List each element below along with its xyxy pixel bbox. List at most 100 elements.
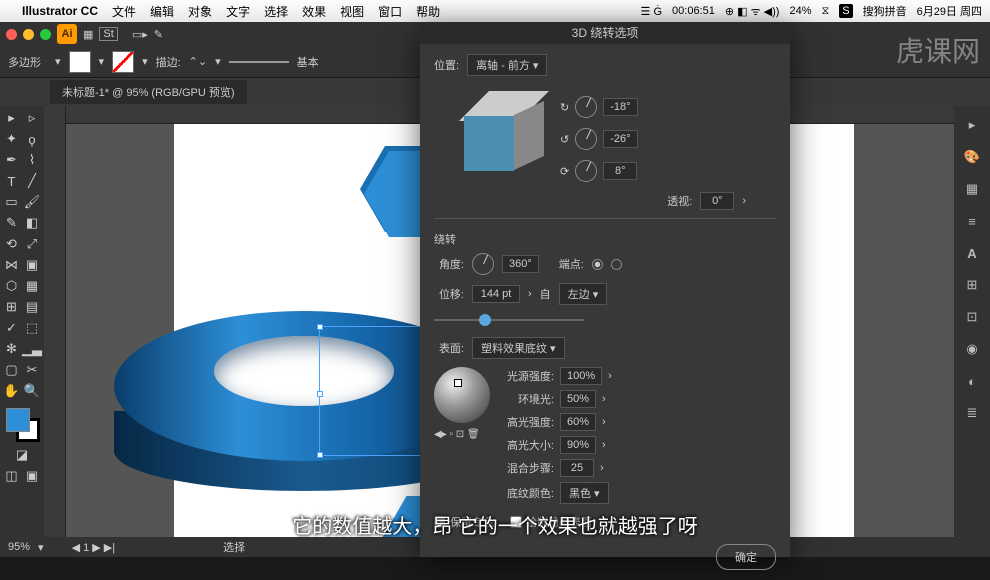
surface-select[interactable]: 塑料效果底纹 ▾ [472, 337, 565, 359]
shaper-tool[interactable]: ✎ [2, 213, 21, 233]
doc-tab[interactable]: 未标题-1* @ 95% (RGB/GPU 预览) [50, 80, 247, 104]
menu-edit[interactable]: 编辑 [150, 3, 174, 20]
eraser-tool[interactable]: ◧ [22, 213, 42, 233]
hl-int[interactable]: 60% [560, 413, 596, 431]
position-select[interactable]: 离轴 - 前方 ▾ [467, 54, 547, 76]
dialog-title: 3D 绕转选项 [420, 22, 790, 44]
lasso-tool[interactable]: ϙ [22, 129, 42, 149]
menu-type[interactable]: 文字 [226, 3, 250, 20]
persp-value[interactable]: 0° [700, 192, 734, 210]
direct-select-tool[interactable]: ▹ [22, 108, 42, 128]
panel-stroke[interactable]: ≡ [959, 208, 985, 234]
rot-x-value[interactable]: -18° [603, 98, 637, 116]
gradient-tool[interactable]: ▤ [22, 297, 42, 317]
rot-x-dial[interactable] [575, 96, 597, 118]
graph-tool[interactable]: ▁▃ [22, 339, 42, 359]
ime-icon[interactable]: S [839, 4, 852, 18]
menu-help[interactable]: 帮助 [416, 3, 440, 20]
shape-builder[interactable]: ⬡ [2, 276, 21, 296]
perspective-tool[interactable]: ▦ [22, 276, 42, 296]
type-tool[interactable]: T [2, 171, 21, 191]
rot-z-value[interactable]: 8° [603, 162, 637, 180]
scale-tool[interactable]: ⤢ [22, 234, 42, 254]
blend-tool[interactable]: ⬚ [22, 318, 42, 338]
light-sphere[interactable] [434, 367, 490, 423]
mesh-tool[interactable]: ⊞ [2, 297, 21, 317]
from-select[interactable]: 左边 ▾ [559, 283, 608, 305]
menu-effect[interactable]: 效果 [302, 3, 326, 20]
hand-tool[interactable]: ✋ [2, 381, 21, 401]
angle-dial[interactable] [472, 253, 494, 275]
draw-mode[interactable]: ◫ [2, 466, 21, 486]
selection-tool[interactable]: ▸ [2, 108, 21, 128]
panel-type[interactable]: A [959, 240, 985, 266]
curve-tool[interactable]: ⌇ [22, 150, 42, 170]
mac-menubar: Illustrator CC 文件 编辑 对象 文字 选择 效果 视图 窗口 帮… [0, 0, 990, 22]
menu-view[interactable]: 视图 [340, 3, 364, 20]
stroke-style[interactable] [229, 61, 289, 63]
zoom-tool[interactable]: 🔍 [22, 381, 42, 401]
ambient[interactable]: 50% [560, 390, 596, 408]
pen-tool[interactable]: ✒ [2, 150, 21, 170]
offset-value[interactable]: 144 pt [472, 285, 520, 303]
max-window[interactable] [40, 29, 51, 40]
stroke-swatch[interactable] [112, 51, 134, 73]
zoom-value[interactable]: 95% [8, 541, 30, 553]
rotate-tool[interactable]: ⟲ [2, 234, 21, 254]
hl-size[interactable]: 90% [560, 436, 596, 454]
light-controls[interactable]: ◀▸ ▫ ⊡ 🗑 [434, 429, 490, 440]
panel-layers[interactable]: ≣ [959, 400, 985, 426]
panel-pathfinder[interactable]: ◉ [959, 336, 985, 362]
arrange-icon[interactable]: ▭▸ [132, 28, 148, 41]
rect-tool[interactable]: ▭ [2, 192, 21, 212]
rotation-cube[interactable] [454, 86, 544, 176]
offset-slider[interactable] [434, 313, 584, 327]
panel-swatches[interactable]: ▦ [959, 176, 985, 202]
screen-mode[interactable]: ▣ [22, 466, 42, 486]
wand-tool[interactable]: ✦ [2, 129, 21, 149]
menu-object[interactable]: 对象 [188, 3, 212, 20]
close-window[interactable] [6, 29, 17, 40]
eyedropper[interactable]: ✓ [2, 318, 21, 338]
rot-y-dial[interactable] [575, 128, 597, 150]
panel-transform[interactable]: ⊡ [959, 304, 985, 330]
shade-color[interactable]: 黑色 ▾ [560, 482, 609, 504]
symbol-tool[interactable]: ✻ [2, 339, 21, 359]
panel-align[interactable]: ⊞ [959, 272, 985, 298]
blend[interactable]: 25 [560, 459, 594, 477]
menu-select[interactable]: 选择 [264, 3, 288, 20]
ime[interactable]: 搜狗拼音 [863, 3, 907, 19]
brush-tool[interactable]: 🖌 [22, 192, 42, 212]
width-tool[interactable]: ⋈ [2, 255, 21, 275]
persp-more[interactable]: › [742, 195, 746, 207]
brush-icon[interactable]: ✎ [154, 28, 163, 41]
offset-more[interactable]: › [528, 288, 532, 300]
min-window[interactable] [23, 29, 34, 40]
stroke-stepper[interactable]: ⌃⌄ [189, 55, 207, 68]
rot-z-dial[interactable] [575, 160, 597, 182]
stock-icon[interactable]: St [99, 27, 117, 41]
artboard-tool[interactable]: ▢ [2, 360, 21, 380]
panel-appearance[interactable]: ◐ [959, 368, 985, 394]
app-name[interactable]: Illustrator CC [22, 4, 98, 18]
slice-tool[interactable]: ✂ [22, 360, 42, 380]
bridge-icon[interactable]: ▦ [83, 28, 93, 41]
color-box[interactable] [2, 406, 42, 444]
light-int[interactable]: 100% [560, 367, 602, 385]
panel-color[interactable]: 🎨 [959, 144, 985, 170]
ambient-label: 环境光: [502, 391, 554, 407]
angle-value[interactable]: 360° [502, 255, 539, 273]
menu-file[interactable]: 文件 [112, 3, 136, 20]
menu-window[interactable]: 窗口 [378, 3, 402, 20]
ok-button[interactable]: 确定 [716, 544, 776, 570]
basic-label[interactable]: 基本 [297, 54, 319, 70]
fill-swatch[interactable] [69, 51, 91, 73]
free-transform[interactable]: ▣ [22, 255, 42, 275]
panel-properties[interactable]: ▸ [959, 112, 985, 138]
cap-off[interactable] [611, 259, 622, 270]
color-mode[interactable]: ◪ [2, 445, 42, 465]
rot-y-value[interactable]: -26° [603, 130, 637, 148]
cap-on[interactable] [592, 259, 603, 270]
line-tool[interactable]: ╱ [22, 171, 42, 191]
ruler-vertical[interactable] [44, 106, 66, 557]
